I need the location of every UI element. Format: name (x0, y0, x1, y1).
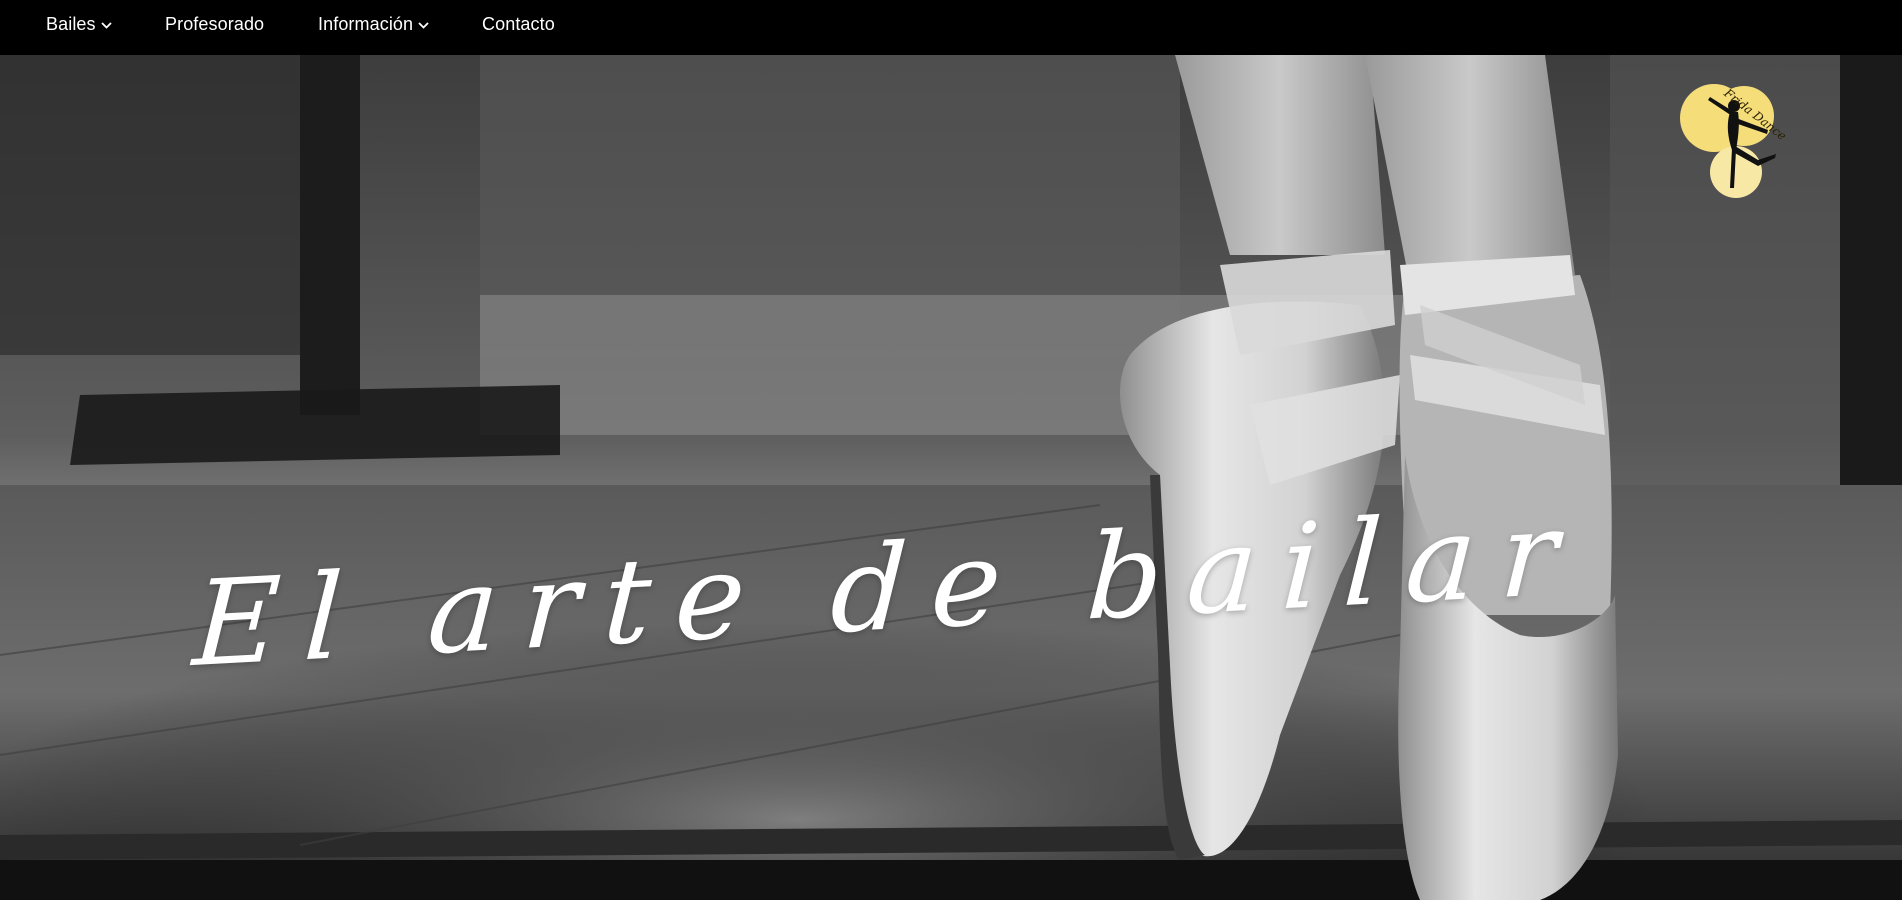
chevron-down-icon (418, 22, 429, 29)
chevron-down-icon (101, 22, 112, 29)
nav-item-label: Contacto (482, 13, 555, 34)
ballet-pointe-shoes-photo (0, 55, 1902, 900)
nav-item-label: Profesorado (165, 13, 265, 34)
nav-item-label: Información (318, 13, 414, 34)
nav-item-bailes[interactable]: Bailes (46, 0, 112, 48)
nav-item-label: Bailes (46, 13, 96, 34)
top-navbar: Bailes Profesorado Información Contacto (0, 0, 1902, 55)
hero-section: El arte de bailar (0, 55, 1902, 900)
nav-item-informacion[interactable]: Información (318, 0, 429, 48)
nav-item-profesorado[interactable]: Profesorado (165, 0, 264, 48)
nav-item-contacto[interactable]: Contacto (482, 0, 555, 48)
brand-logo[interactable]: Frida Dance (1678, 80, 1794, 200)
